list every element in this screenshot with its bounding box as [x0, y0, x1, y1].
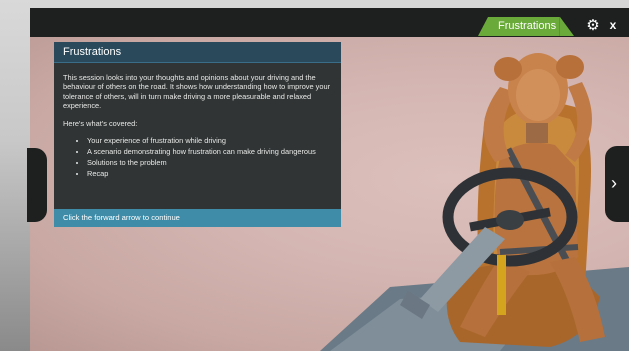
chevron-right-icon: ›: [611, 173, 617, 193]
gear-icon[interactable]: ⚙: [585, 17, 601, 35]
previous-arrow-button: [27, 148, 47, 222]
list-item: Your experience of frustration while dri…: [87, 136, 331, 145]
list-item: A scenario demonstrating how frustration…: [87, 147, 331, 156]
panel-body: This session looks into your thoughts an…: [54, 63, 341, 178]
seat-post: [497, 255, 506, 315]
panel-title: Frustrations: [54, 42, 341, 63]
backdrop-left: [0, 0, 30, 351]
panel-intro: This session looks into your thoughts an…: [63, 73, 331, 111]
intro-panel: Frustrations This session looks into you…: [54, 42, 341, 227]
list-item: Solutions to the problem: [87, 158, 331, 167]
tab-frustrations[interactable]: Frustrations: [478, 17, 560, 36]
covered-list: Your experience of frustration while dri…: [63, 136, 331, 178]
covered-heading: Here's what's covered:: [63, 118, 138, 128]
close-icon[interactable]: x: [606, 16, 620, 34]
backdrop-top: [0, 0, 629, 8]
next-arrow-button[interactable]: ›: [605, 146, 629, 222]
continue-instruction: Click the forward arrow to continue: [54, 209, 341, 227]
list-item: Recap: [87, 169, 331, 178]
